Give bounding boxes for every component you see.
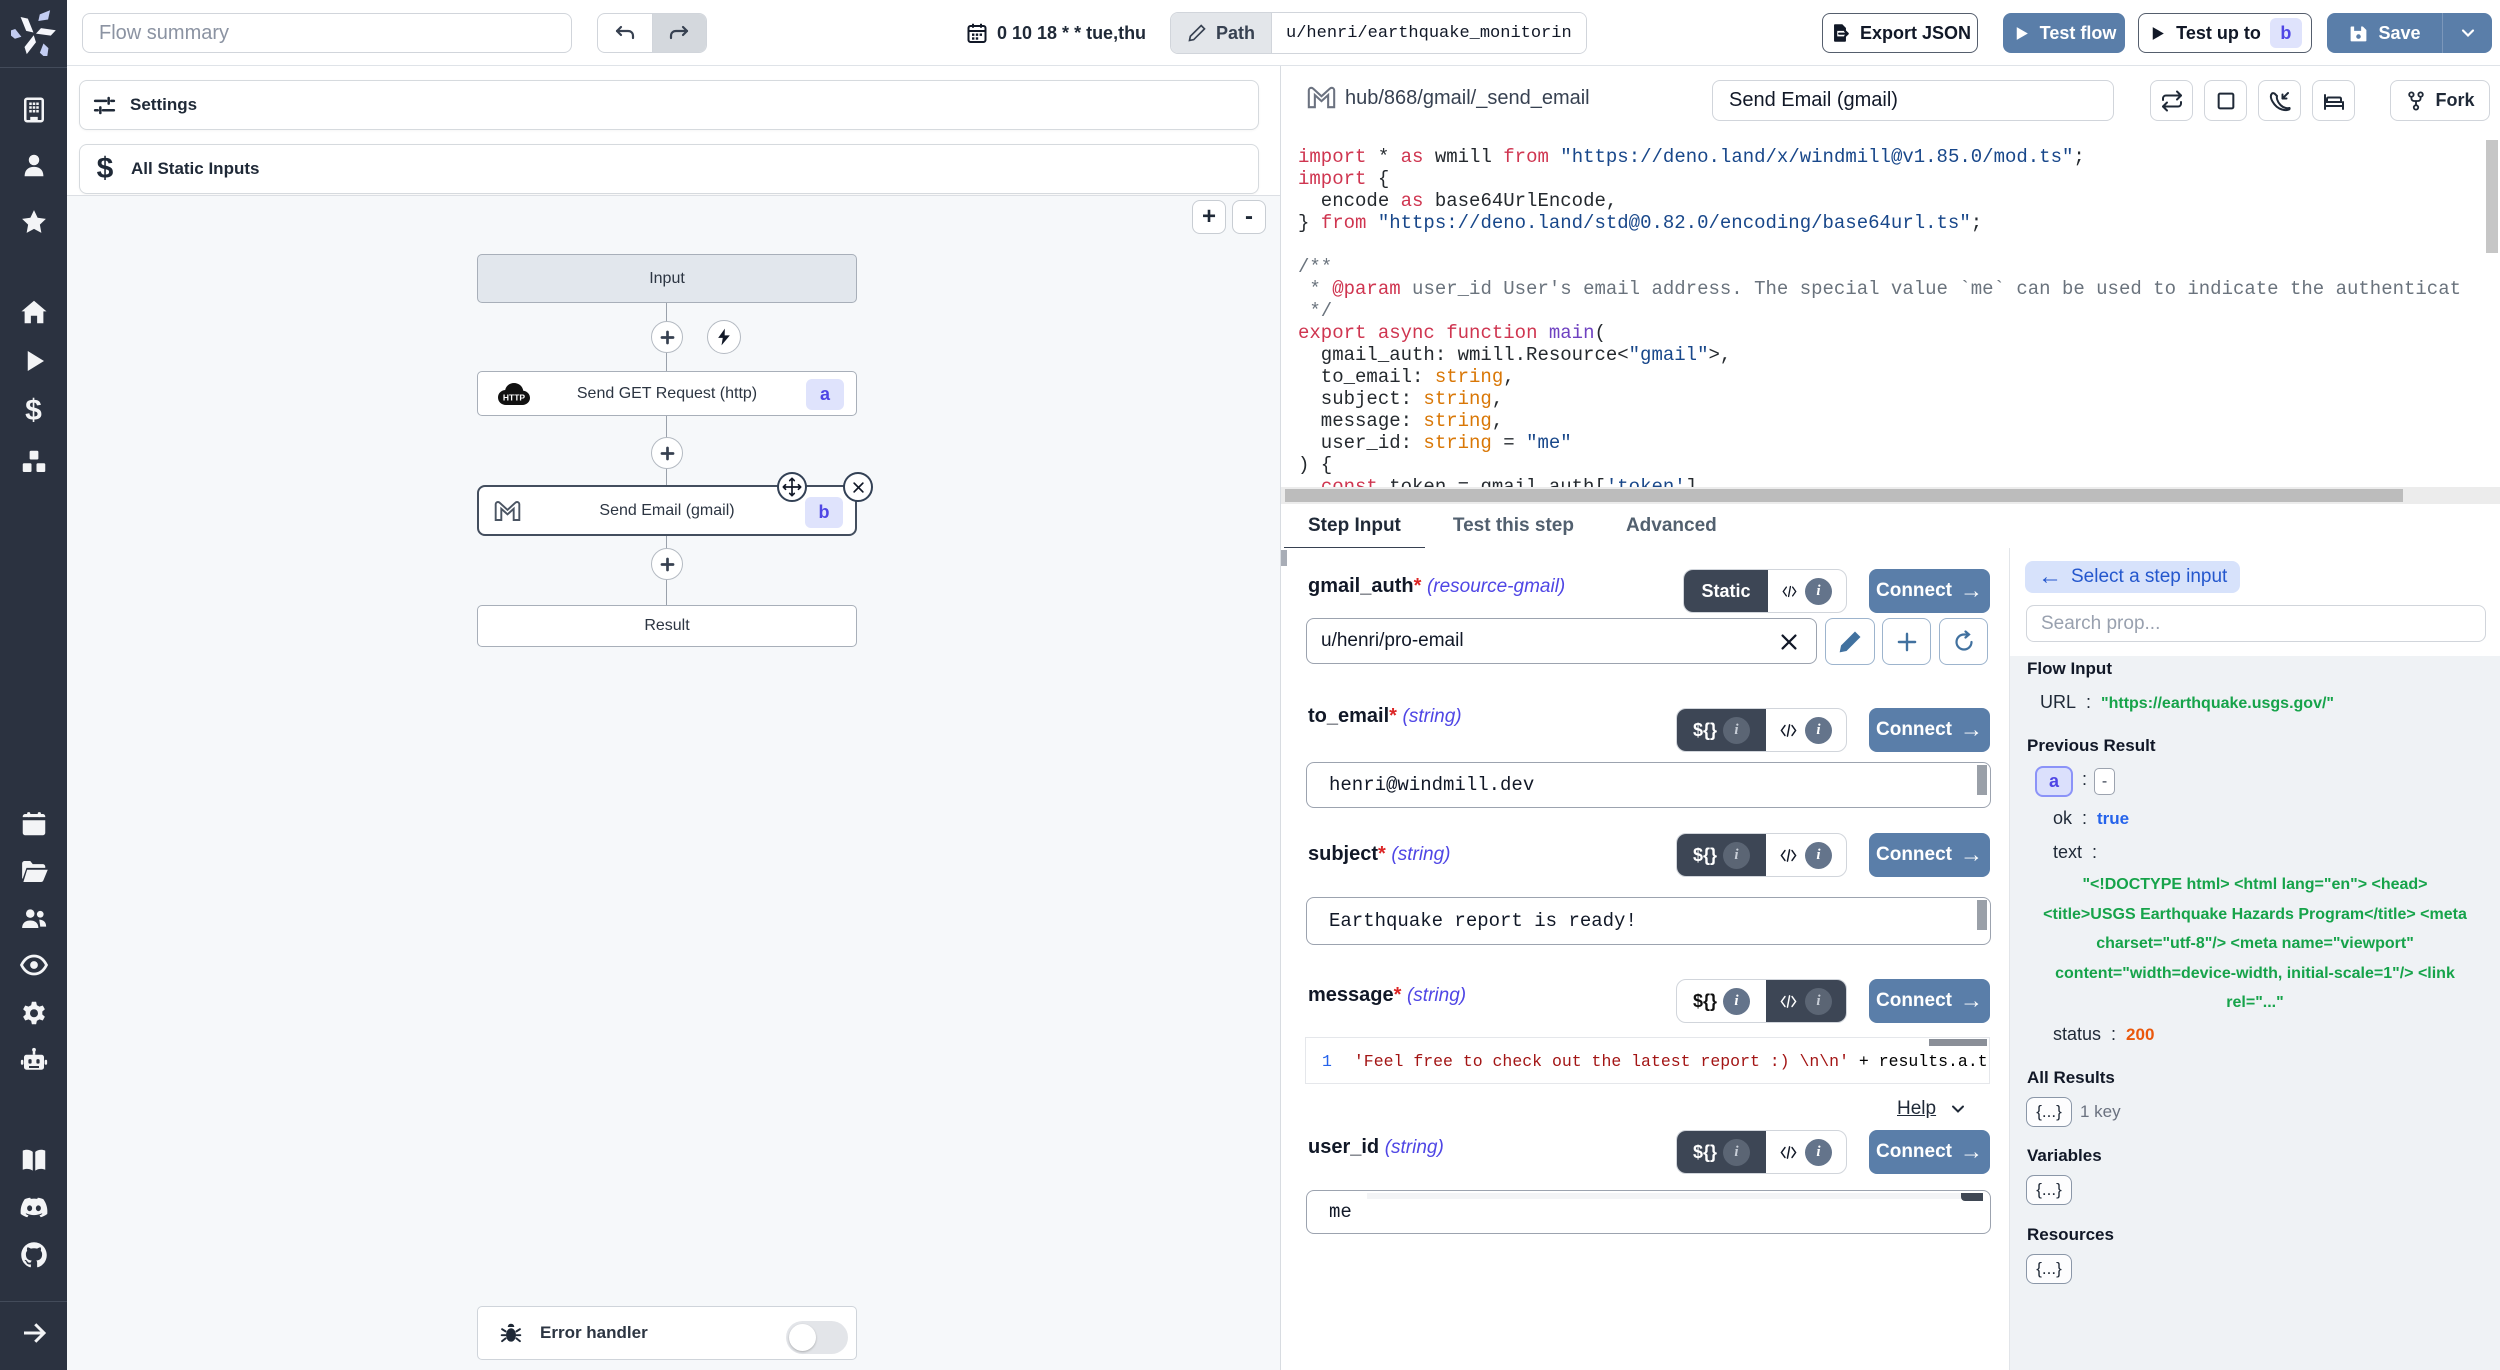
svg-text:HTTP: HTTP	[503, 393, 526, 403]
